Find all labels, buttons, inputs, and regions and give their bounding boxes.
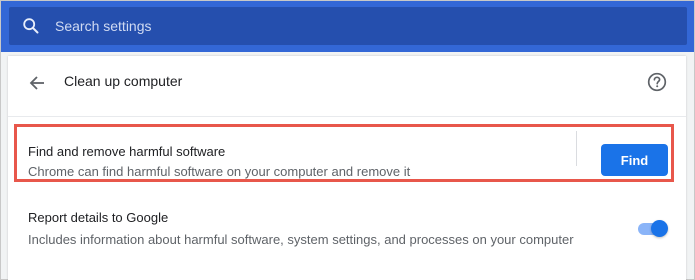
row-separator: [576, 131, 577, 166]
toggle-knob: [651, 220, 668, 237]
report-details-row: Report details to Google Includes inform…: [8, 196, 686, 256]
settings-card: Clean up computer Find and remove harmfu…: [8, 56, 686, 280]
help-icon[interactable]: [646, 71, 668, 93]
search-box[interactable]: [9, 7, 687, 45]
search-input[interactable]: [55, 18, 615, 34]
page-title: Clean up computer: [64, 73, 183, 89]
header-divider: [8, 116, 686, 117]
find-harmful-software-row: Find and remove harmful software Chrome …: [14, 124, 674, 182]
report-toggle[interactable]: [636, 219, 668, 237]
page-header: Clean up computer: [8, 56, 686, 110]
search-icon[interactable]: [22, 17, 40, 35]
find-row-subtitle: Chrome can find harmful software on your…: [28, 164, 411, 179]
find-row-title: Find and remove harmful software: [28, 144, 226, 159]
arrow-back-icon[interactable]: [26, 72, 48, 94]
report-row-subtitle: Includes information about harmful softw…: [28, 232, 574, 247]
find-button[interactable]: Find: [601, 144, 668, 176]
top-toolbar: [1, 1, 694, 52]
report-row-title: Report details to Google: [28, 210, 169, 225]
